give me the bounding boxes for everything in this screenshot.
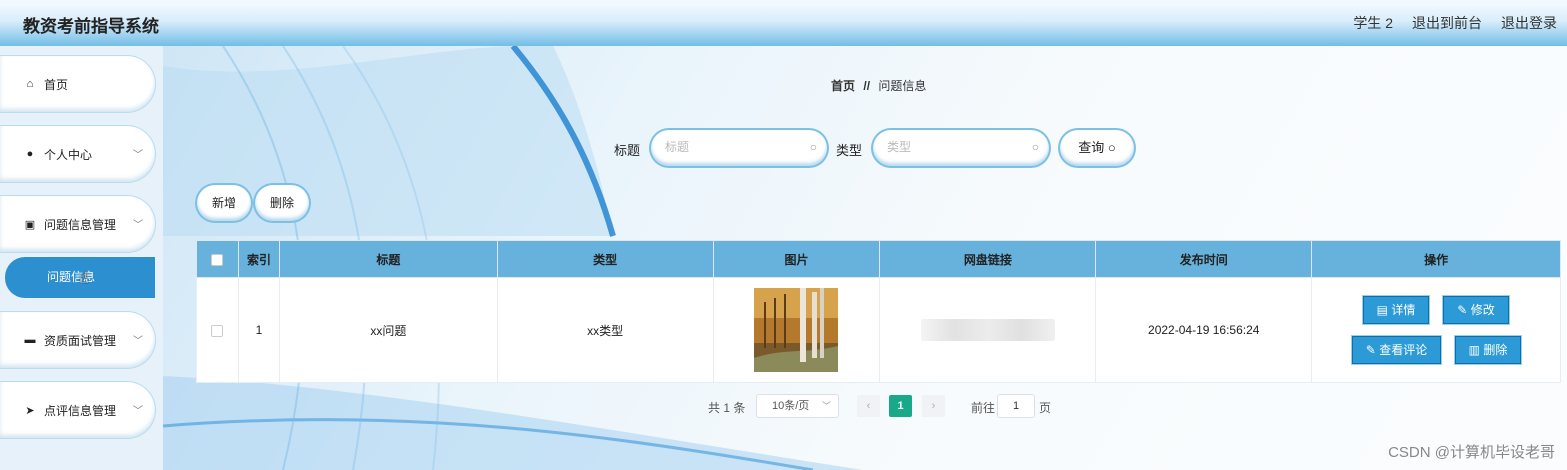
sidebar: ⌂ 首页 ● 个人中心 ﹀ ▣ 问题信息管理 ﹀ 问题信息 ▬ 资质面试管理 ﹀…	[0, 46, 163, 470]
sidebar-item-review-management[interactable]: ➤ 点评信息管理 ﹀	[0, 382, 155, 438]
back-to-front-link[interactable]: 退出到前台	[1412, 13, 1482, 33]
title-cell: xx问题	[278, 277, 498, 383]
top-header: 教资考前指导系统 学生 2 退出到前台 退出登录	[0, 0, 1567, 46]
row-checkbox[interactable]	[211, 324, 224, 337]
add-button[interactable]: 新增	[197, 185, 251, 221]
prev-page-button[interactable]: ‹	[857, 395, 880, 417]
column-header: 发布时间	[1095, 240, 1313, 278]
blurred-link	[920, 319, 1055, 341]
sidebar-item-question-management[interactable]: ▣ 问题信息管理 ﹀	[0, 196, 155, 252]
delete-selected-button[interactable]: 删除	[255, 185, 309, 221]
breadcrumb-home[interactable]: 首页	[831, 79, 855, 93]
sidebar-item-label: 资质面试管理	[44, 333, 117, 348]
delete-row-button[interactable]: ▥ 删除	[1455, 336, 1521, 364]
sidebar-item-home[interactable]: ⌂ 首页	[0, 56, 155, 112]
column-header: 网盘链接	[879, 240, 1097, 278]
home-icon: ⌂	[26, 78, 34, 90]
chevron-down-icon: ﹀	[133, 150, 143, 161]
detail-button[interactable]: ▤ 详情	[1363, 296, 1429, 324]
monitor-icon: ▬	[24, 334, 36, 346]
title-search-box: ○	[651, 130, 827, 166]
row-select-cell	[196, 277, 239, 383]
logout-link[interactable]: 退出登录	[1501, 13, 1557, 33]
type-search-input[interactable]	[887, 140, 1017, 154]
type-search-box: ○	[873, 130, 1049, 166]
type-search-label: 类型	[836, 143, 863, 158]
column-header: 索引	[237, 240, 280, 278]
column-header: 标题	[278, 240, 498, 278]
delete-row-label: 删除	[1483, 343, 1508, 357]
search-icon: ○	[809, 140, 817, 154]
user-name: 学生 2	[1353, 15, 1393, 31]
goto-page-input[interactable]: 1	[997, 394, 1035, 418]
view-comments-label: 查看评论	[1379, 343, 1428, 357]
sidebar-item-label: 个人中心	[44, 147, 93, 162]
sidebar-item-label: 首页	[44, 77, 69, 92]
mouse-pointer-icon: ☝	[79, 268, 90, 287]
link-cell	[879, 277, 1097, 383]
breadcrumb-current: 问题信息	[878, 79, 927, 93]
search-icon: ○	[1031, 140, 1039, 154]
title-search-label: 标题	[614, 143, 641, 158]
page-unit-label: 页	[1039, 401, 1052, 415]
index-cell: 1	[237, 277, 280, 383]
trash-icon: ▥	[1468, 343, 1484, 357]
edit-icon: ✎	[1457, 303, 1471, 317]
user-icon: ●	[26, 148, 34, 160]
page-number-button[interactable]: 1	[889, 395, 912, 417]
document-icon: ▤	[1376, 303, 1392, 317]
time-cell: 2022-04-19 16:56:24	[1095, 277, 1313, 383]
column-header: 操作	[1311, 240, 1561, 278]
title-search-input[interactable]	[665, 140, 795, 154]
watermark: CSDN @计算机毕设老哥	[1388, 444, 1555, 461]
main-content: 首页 // 问题信息 标题 ○ 类型 ○ 查询 ○ 新增 删除 索引 标题 类型…	[163, 46, 1567, 470]
chevron-down-icon: ﹀	[133, 406, 143, 417]
clipboard-icon: ▣	[24, 218, 36, 231]
select-all-cell	[196, 240, 239, 278]
sidebar-item-personal-center[interactable]: ● 个人中心 ﹀	[0, 126, 155, 182]
detail-label: 详情	[1391, 303, 1416, 317]
chevron-down-icon: ﹀	[133, 220, 143, 231]
sidebar-item-label: 问题信息管理	[44, 217, 117, 232]
breadcrumb-separator: //	[863, 79, 871, 93]
send-icon: ➤	[25, 404, 35, 417]
column-header: 类型	[496, 240, 714, 278]
table-header-row: 索引 标题 类型 图片 网盘链接 发布时间 操作	[196, 240, 1561, 278]
breadcrumb: 首页 // 问题信息	[831, 77, 926, 94]
edit-icon: ✎	[1365, 343, 1380, 357]
image-cell	[712, 277, 881, 383]
chevron-down-icon: ﹀	[133, 336, 143, 347]
page-size-value: 10条/页	[772, 400, 810, 412]
header-user-area: 学生 2 退出到前台 退出登录	[1353, 13, 1557, 33]
next-page-button[interactable]: ›	[922, 395, 945, 417]
column-header: 图片	[712, 240, 881, 278]
page-size-select[interactable]: 10条/页 ﹀	[756, 394, 839, 418]
query-button[interactable]: 查询 ○	[1060, 130, 1134, 166]
goto-label: 前往	[971, 401, 996, 415]
chevron-down-icon: ﹀	[821, 401, 831, 411]
operation-cell	[1311, 277, 1561, 383]
view-comments-button[interactable]: ✎ 查看评论	[1352, 336, 1441, 364]
select-all-checkbox[interactable]	[211, 253, 224, 266]
table-row: 1 xx问题 xx类型 2022-04-19 16:56:24	[196, 277, 1561, 383]
edit-label: 修改	[1470, 303, 1495, 317]
sidebar-item-label: 点评信息管理	[44, 403, 117, 418]
question-image[interactable]	[754, 288, 839, 372]
app-title: 教资考前指导系统	[23, 17, 159, 36]
sidebar-item-interview-management[interactable]: ▬ 资质面试管理 ﹀	[0, 312, 155, 368]
type-cell: xx类型	[496, 277, 714, 383]
edit-button[interactable]: ✎ 修改	[1443, 296, 1509, 324]
total-count: 共 1 条	[708, 401, 746, 415]
